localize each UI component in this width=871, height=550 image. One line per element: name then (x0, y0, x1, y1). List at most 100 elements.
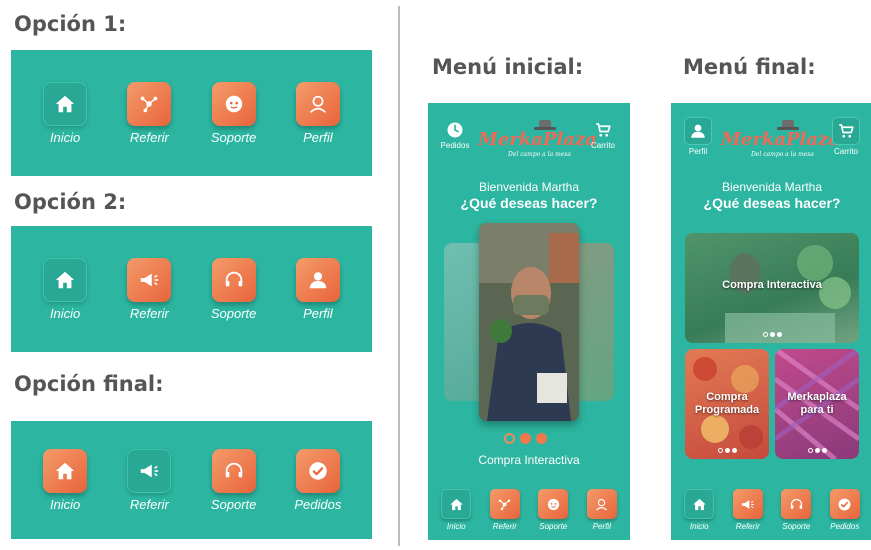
profile-header-button[interactable]: Perfil (681, 117, 715, 156)
check-circle-icon (838, 498, 851, 510)
nav-button-soporte[interactable] (781, 489, 812, 519)
bottom-nav-final: Inicio Referir Soporte Pedidos (671, 480, 871, 540)
nav-button-pedidos[interactable] (829, 489, 860, 519)
nav-button-referir[interactable] (489, 489, 520, 519)
nav-button-perfil[interactable] (586, 489, 617, 519)
nav-item-perfil[interactable]: Perfil (580, 489, 624, 531)
merkaplaza-logo: MerkaPlaza Del campo a la mesa (478, 119, 597, 158)
logo-tagline: Del campo a la mesa (751, 151, 814, 158)
nav-item-inicio[interactable]: Inicio (434, 489, 478, 531)
home-icon (55, 462, 75, 479)
nav-item-inicio[interactable]: Inicio (30, 81, 100, 145)
carousel-dot[interactable] (520, 433, 531, 444)
nav-item-soporte[interactable]: Soporte (199, 257, 269, 321)
nav-item-referir[interactable]: Referir (114, 448, 184, 512)
card-dot[interactable] (822, 448, 827, 453)
greeting-text: Bienvenida Martha (478, 180, 580, 194)
nav-button-perfil[interactable] (295, 81, 340, 126)
nav-label: Referir (492, 522, 517, 531)
cart-icon (839, 124, 854, 138)
nav-label: Soporte (210, 305, 257, 321)
nav-label: Referir (129, 129, 169, 145)
user-icon (691, 124, 705, 138)
question-text: ¿Qué deseas hacer? (460, 195, 598, 211)
carousel-caption: Compra Interactiva (478, 453, 580, 467)
nav-item-pedidos[interactable]: Pedidos (283, 448, 353, 512)
nav-item-soporte[interactable]: Soporte (199, 81, 269, 145)
cart-icon (596, 123, 611, 137)
nav-button-referir[interactable] (127, 448, 172, 493)
home-icon (450, 498, 463, 510)
nav-item-inicio[interactable]: Inicio (677, 489, 721, 531)
nav-button-referir[interactable] (127, 257, 172, 302)
card-dot[interactable] (808, 448, 813, 453)
card-dots (763, 332, 782, 337)
profile-header-label: Perfil (688, 147, 708, 156)
cart-header-button[interactable]: Carrito (829, 117, 863, 156)
nav-button-referir[interactable] (732, 489, 763, 519)
nav-item-perfil[interactable]: Perfil (283, 81, 353, 145)
card-merkaplaza-para-ti[interactable]: Merkaplaza para ti (775, 349, 859, 459)
nav-label: Pedidos (830, 522, 860, 531)
nav-button-soporte[interactable] (211, 257, 256, 302)
nav-button-inicio[interactable] (441, 489, 472, 519)
nav-item-referir[interactable]: Referir (114, 257, 184, 321)
nav-button-soporte[interactable] (538, 489, 569, 519)
card-label-line-1: Merkaplaza (787, 391, 847, 403)
megaphone-icon (141, 464, 159, 477)
carousel-dot[interactable] (504, 433, 515, 444)
nav-label: Inicio (689, 522, 709, 531)
nav-button-inicio[interactable] (43, 257, 88, 302)
nav-button-inicio[interactable] (43, 81, 88, 126)
nav-item-soporte[interactable]: Soporte (199, 448, 269, 512)
design-comparison-board: Opción 1: Inicio Referir Soporte Perfil Opc… (0, 0, 871, 550)
carousel-dot[interactable] (536, 433, 547, 444)
nav-button-perfil[interactable] (295, 257, 340, 302)
cart-header-button[interactable]: Carrito (586, 121, 620, 150)
card-dot[interactable] (718, 448, 723, 453)
network-icon (499, 499, 511, 510)
option-1-title: Opción 1: (14, 12, 127, 36)
card-dots (808, 448, 827, 453)
nav-button-pedidos[interactable] (295, 448, 340, 493)
option-2-nav-bar: Inicio Referir Soporte Perfil (11, 226, 372, 352)
nav-item-soporte[interactable]: Soporte (531, 489, 575, 531)
nav-button-referir[interactable] (127, 81, 172, 126)
nav-label: Referir (129, 305, 169, 321)
nav-label: Inicio (49, 129, 81, 145)
option-1-nav-bar: Inicio Referir Soporte Perfil (11, 50, 372, 176)
cart-header-label: Carrito (590, 141, 615, 150)
bottom-nav-initial: Inicio Referir Soporte Perfil (428, 480, 630, 540)
orders-header-button[interactable]: Pedidos (438, 121, 472, 150)
user-outline-icon (309, 95, 326, 113)
nav-item-referir[interactable]: Referir (114, 81, 184, 145)
nav-button-inicio[interactable] (43, 448, 88, 493)
nav-item-pedidos[interactable]: Pedidos (823, 489, 867, 531)
nav-item-referir[interactable]: Referir (483, 489, 527, 531)
megaphone-icon (141, 273, 159, 286)
nav-button-inicio[interactable] (684, 489, 715, 519)
nav-label: Inicio (49, 305, 81, 321)
card-dot[interactable] (732, 448, 737, 453)
card-dot[interactable] (770, 332, 775, 337)
final-option-title: Opción final: (14, 372, 164, 396)
card-dot[interactable] (763, 332, 768, 337)
card-dot[interactable] (725, 448, 730, 453)
nav-item-soporte[interactable]: Soporte (774, 489, 818, 531)
nav-button-soporte[interactable] (211, 448, 256, 493)
megaphone-icon (742, 499, 754, 509)
nav-label: Referir (129, 496, 169, 512)
nav-label: Inicio (49, 496, 81, 512)
nav-item-inicio[interactable]: Inicio (30, 257, 100, 321)
nav-item-inicio[interactable]: Inicio (30, 448, 100, 512)
nav-label: Perfil (592, 522, 611, 531)
card-compra-interactiva[interactable]: Compra Interactiva (685, 233, 859, 343)
card-dot[interactable] (777, 332, 782, 337)
nav-button-soporte[interactable] (211, 81, 256, 126)
nav-item-referir[interactable]: Referir (726, 489, 770, 531)
card-dot[interactable] (815, 448, 820, 453)
card-compra-programada[interactable]: Compra Programada (685, 349, 769, 459)
nav-item-perfil[interactable]: Perfil (283, 257, 353, 321)
carousel-main-card[interactable] (479, 223, 579, 421)
nav-label: Referir (735, 522, 760, 531)
